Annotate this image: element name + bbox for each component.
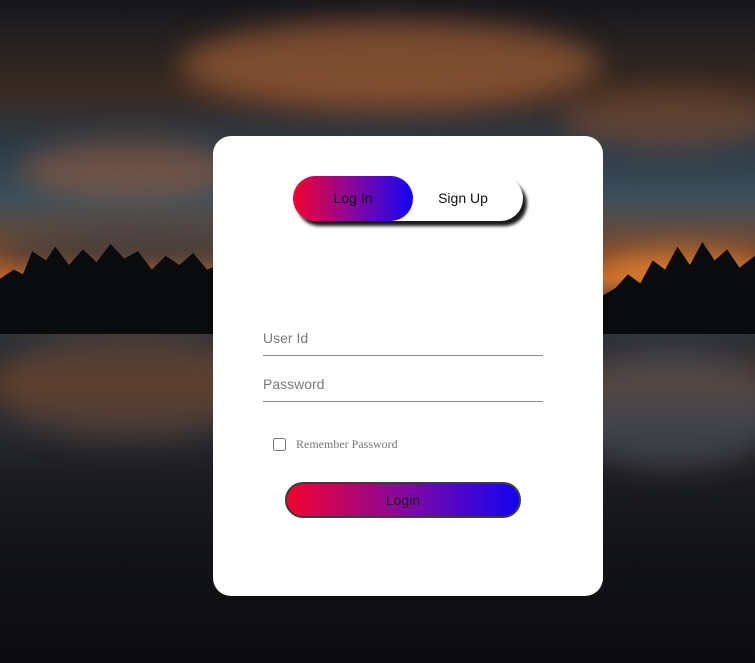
login-submit-button[interactable]: Login <box>285 482 521 518</box>
remember-password-checkbox[interactable] <box>273 437 286 451</box>
password-input[interactable] <box>263 366 543 402</box>
login-tab-button[interactable]: Log In <box>293 176 413 221</box>
auth-toggle: Sign Up Log In <box>293 176 523 221</box>
login-card: Sign Up Log In Remember Password Login <box>213 136 603 596</box>
signup-tab-button[interactable]: Sign Up <box>403 176 523 221</box>
cloud <box>180 20 600 110</box>
remember-password-row: Remember Password <box>273 436 398 452</box>
remember-password-label: Remember Password <box>296 436 398 451</box>
cloud <box>20 140 240 200</box>
user-id-input[interactable] <box>263 320 543 356</box>
